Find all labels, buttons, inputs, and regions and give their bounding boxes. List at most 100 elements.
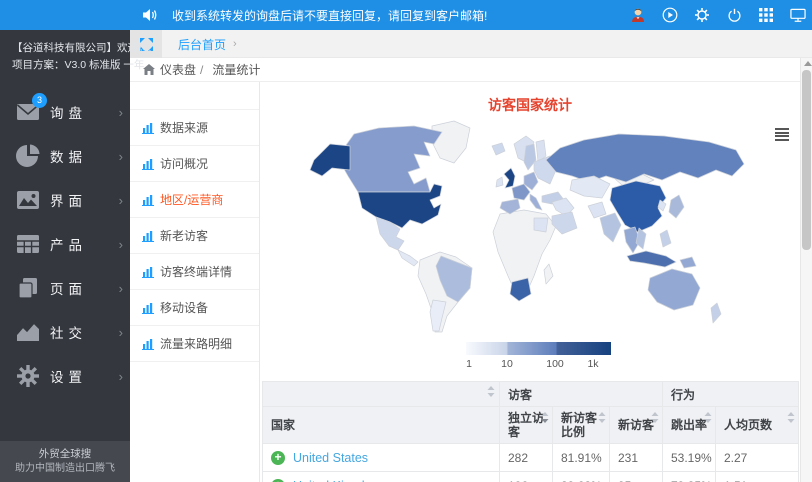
sort-icon[interactable] — [704, 412, 712, 426]
col-header-new-visitors[interactable]: 新访客 — [610, 407, 663, 444]
map-country-australia[interactable] — [648, 269, 700, 310]
power-icon[interactable] — [726, 7, 742, 23]
map-country-madagascar[interactable] — [544, 264, 553, 284]
col-header-country[interactable]: 国家 — [263, 407, 500, 444]
pie-chart-icon — [15, 143, 41, 169]
sidebar-item-label: 界面 — [50, 190, 87, 210]
legend-tick: 1 — [466, 358, 472, 370]
table-row: + United States 282 81.91% 231 53.19% 2.… — [263, 444, 799, 472]
scrollbar-up-arrow[interactable] — [804, 61, 812, 66]
main-content: 访客国家统计 — [260, 82, 800, 482]
sort-icon[interactable] — [787, 412, 795, 426]
breadcrumb-home-link[interactable]: 后台首页 — [178, 36, 226, 53]
map-country-india[interactable] — [600, 213, 621, 242]
map-country-south-africa[interactable] — [510, 278, 531, 301]
map-country-canada[interactable] — [340, 126, 442, 192]
avatar[interactable] — [630, 7, 646, 23]
map-country-iceland[interactable] — [492, 143, 505, 155]
sidebar-item-label: 产品 — [50, 234, 87, 254]
plan-info: 项目方案：V3.0 标准版 一年 — [12, 57, 120, 74]
map-country-ireland[interactable] — [496, 177, 503, 187]
chevron-right-icon: › — [119, 369, 123, 384]
country-link[interactable]: United States — [293, 451, 368, 465]
sidebar-item-data[interactable]: 数据 › — [0, 134, 130, 178]
col-header-bounce-rate[interactable]: 跳出率 — [663, 407, 716, 444]
inquiry-count-badge: 3 — [32, 93, 47, 108]
new-visitors-value: 95 — [610, 472, 663, 482]
world-map-chart — [284, 118, 790, 334]
expand-row-button[interactable]: + — [271, 479, 285, 482]
submenu-item-mobile-devices[interactable]: 移动设备 — [130, 290, 259, 326]
country-stats-table: 访客 行为 国家 独立访客 新访客比例 新访客 跳出率 人均页数 — [262, 381, 799, 482]
sort-icon[interactable] — [651, 412, 659, 426]
map-country-pakistan[interactable] — [588, 202, 606, 218]
legend-tick: 1k — [587, 358, 598, 370]
play-circle-icon[interactable] — [662, 7, 678, 23]
map-country-italy[interactable] — [530, 194, 542, 210]
sort-icon-active[interactable] — [541, 412, 549, 426]
map-country-usa-alaska[interactable] — [310, 144, 350, 176]
map-color-legend[interactable]: 1 10 100 1k — [466, 342, 611, 372]
country-link[interactable]: United Kingdom — [293, 479, 382, 482]
pages-icon — [15, 275, 41, 301]
map-country-indonesia[interactable] — [627, 251, 676, 267]
sidebar-item-pages[interactable]: 页面 › — [0, 266, 130, 310]
table-corner-header[interactable] — [263, 382, 500, 407]
map-country-philippines[interactable] — [660, 230, 671, 247]
submenu-item-traffic-sources[interactable]: 流量来路明细 — [130, 326, 259, 362]
map-region-central-america[interactable] — [398, 250, 418, 266]
col-header-unique-visitors[interactable]: 独立访客 — [500, 407, 553, 444]
col-header-new-visitor-ratio[interactable]: 新访客比例 — [553, 407, 610, 444]
footer-brand: 外贸全球搜 — [0, 447, 130, 462]
bar-chart-icon — [142, 266, 154, 278]
submenu-item-new-old-visitors[interactable]: 新老访客 — [130, 218, 259, 254]
col-header-pages-per-visit[interactable]: 人均页数 — [716, 407, 799, 444]
map-country-uk[interactable] — [504, 168, 515, 188]
scrollbar-thumb[interactable] — [802, 70, 811, 250]
map-country-russia[interactable] — [546, 134, 744, 182]
map-country-japan[interactable] — [669, 195, 684, 218]
map-country-new-zealand[interactable] — [711, 303, 721, 323]
breadcrumb-current: 流量统计 — [212, 61, 260, 78]
submenu-label: 移动设备 — [160, 299, 208, 316]
pages-per-visit-value: 1.51 — [716, 472, 799, 482]
sidebar-item-interface[interactable]: 界面 › — [0, 178, 130, 222]
map-country-egypt[interactable] — [534, 218, 548, 232]
unique-visitors-value: 106 — [500, 472, 553, 482]
line-chart-icon — [15, 319, 41, 345]
map-country-saudi-arabia[interactable] — [552, 212, 577, 234]
sidebar-item-products[interactable]: 产品 › — [0, 222, 130, 266]
breadcrumb-dashboard[interactable]: 仪表盘 — [160, 61, 196, 78]
sidebar-item-settings[interactable]: 设置 › — [0, 354, 130, 398]
chevron-right-icon: › — [119, 193, 123, 208]
sidebar-item-inquiries[interactable]: 3 询盘 › — [0, 90, 130, 134]
submenu-item-region-carrier[interactable]: 地区/运营商 — [130, 182, 259, 218]
legend-gradient-bar[interactable] — [466, 342, 611, 355]
top-bar: 收到系统转发的询盘后请不要直接回复，请回复到客户邮箱! — [0, 0, 812, 30]
sidebar-item-social[interactable]: 社交 › — [0, 310, 130, 354]
breadcrumb-separator: / — [200, 63, 203, 77]
sort-icon[interactable] — [487, 386, 495, 400]
submenu-label: 访客终端详情 — [160, 263, 232, 280]
expand-row-button[interactable]: + — [271, 451, 285, 465]
map-region-papua[interactable] — [680, 257, 696, 268]
home-icon — [143, 64, 155, 75]
primary-sidebar: 【谷道科技有限公司】欢迎您! 项目方案：V3.0 标准版 一年 3 询盘 › 数… — [0, 30, 130, 482]
sidebar-item-label: 数据 — [50, 146, 87, 166]
map-country-greenland[interactable] — [432, 121, 470, 163]
dashboard-breadcrumb: 仪表盘 / 流量统计 — [130, 58, 800, 82]
apps-grid-icon[interactable] — [758, 7, 774, 23]
new-visitor-ratio-value: 81.91% — [553, 444, 610, 472]
monitor-icon[interactable] — [790, 7, 806, 23]
sort-icon[interactable] — [598, 412, 606, 426]
sidebar-item-label: 询盘 — [50, 102, 87, 122]
submenu-item-terminal-details[interactable]: 访客终端详情 — [130, 254, 259, 290]
submenu-item-visit-overview[interactable]: 访问概况 — [130, 146, 259, 182]
map-country-korea[interactable] — [658, 200, 666, 211]
map-region-central-asia[interactable] — [570, 176, 610, 198]
vertical-scrollbar[interactable] — [800, 58, 812, 482]
submenu-item-data-source[interactable]: 数据来源 — [130, 110, 259, 146]
speaker-icon — [143, 8, 158, 22]
bar-chart-icon — [142, 230, 154, 242]
gear-icon[interactable] — [694, 7, 710, 23]
